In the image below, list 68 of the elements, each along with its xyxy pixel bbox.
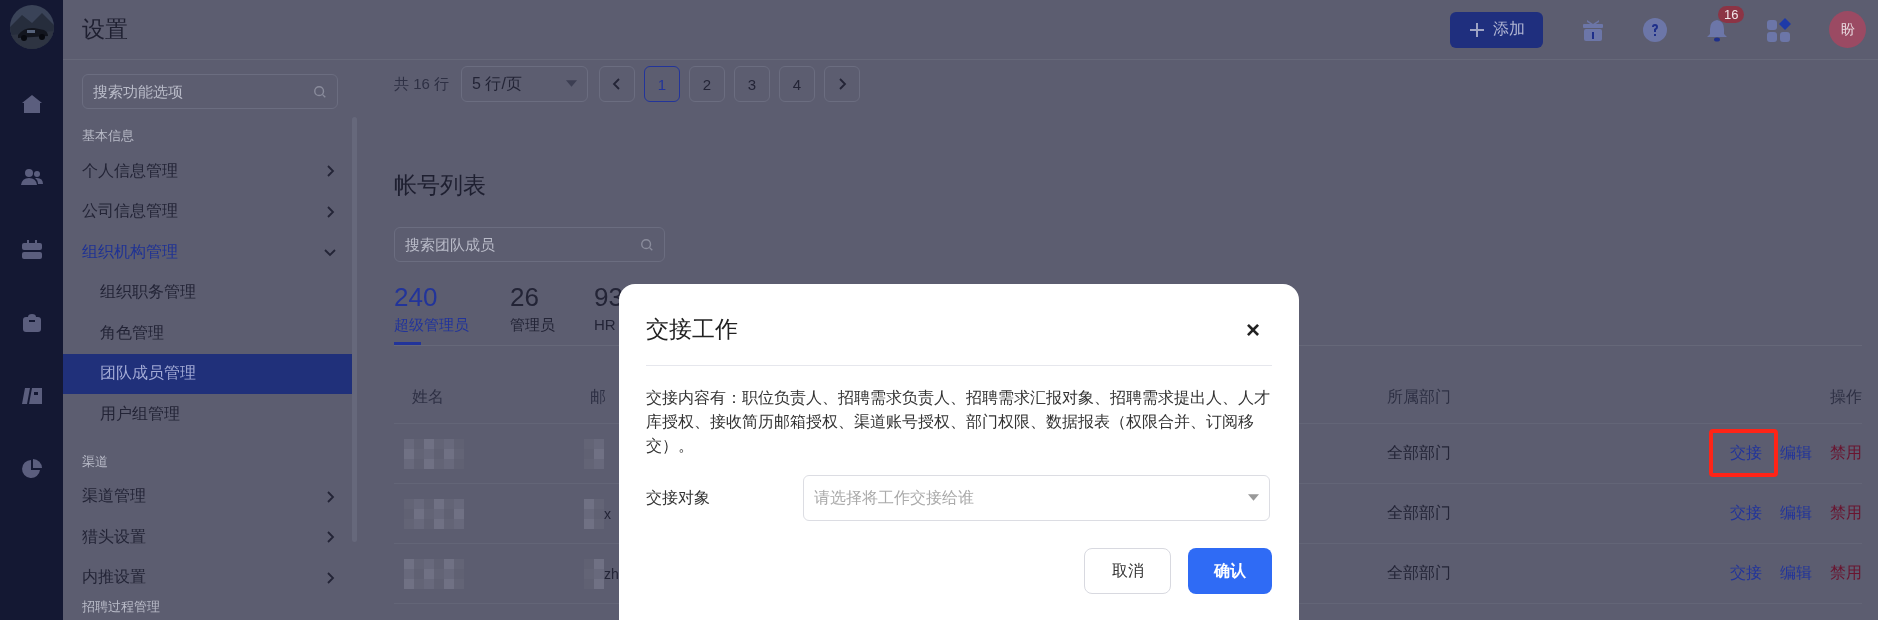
- add-button[interactable]: 添加: [1450, 11, 1543, 48]
- menu-item[interactable]: 内推设置: [63, 557, 352, 598]
- chevron-right-icon: [324, 571, 336, 584]
- caret-icon: [566, 80, 578, 88]
- next-page-button[interactable]: [824, 66, 861, 102]
- assignee-dropdown[interactable]: 请选择将工作交接给谁: [803, 475, 1270, 521]
- search-icon: [640, 237, 654, 252]
- action-link[interactable]: 禁用: [1830, 444, 1862, 461]
- menu-item[interactable]: 组织机构管理: [63, 232, 352, 273]
- page-title: 设置: [82, 15, 128, 44]
- menu-item[interactable]: 猎头设置: [63, 517, 352, 558]
- table-cell: 全部部门: [1387, 504, 1451, 521]
- bell-icon[interactable]: [1705, 17, 1729, 42]
- notification-badge: 16: [1718, 5, 1745, 23]
- group-label: 基本信息: [81, 127, 135, 145]
- plus-icon: [1468, 21, 1485, 38]
- chevron-right-icon: [324, 490, 336, 503]
- menu-item[interactable]: 公司信息管理: [63, 191, 352, 232]
- stat-tab[interactable]: 26 管理员: [510, 280, 594, 345]
- search-field[interactable]: 搜索功能选项: [82, 74, 338, 109]
- table-cell: x: [604, 505, 611, 522]
- page-button[interactable]: 3: [734, 66, 771, 102]
- table-cell: 全部部门: [1387, 444, 1451, 461]
- section-title: 帐号列表: [394, 171, 487, 200]
- chevron-right-icon: [324, 205, 336, 218]
- action-link[interactable]: 交接: [1730, 504, 1762, 521]
- chevron-down-icon: [324, 246, 336, 259]
- close-button[interactable]: ×: [1242, 315, 1264, 344]
- action-link[interactable]: 编辑: [1780, 444, 1812, 461]
- user-avatar[interactable]: 盼: [1829, 11, 1866, 48]
- chevron-right-icon: [836, 78, 849, 90]
- page-button[interactable]: 2: [689, 66, 726, 102]
- action-link[interactable]: 禁用: [1830, 504, 1862, 521]
- menu-item[interactable]: 渠道管理: [63, 476, 352, 517]
- action-link[interactable]: 编辑: [1780, 564, 1812, 581]
- table-cell: zh: [604, 565, 619, 582]
- menu-item[interactable]: 个人信息管理: [63, 151, 352, 192]
- action-link[interactable]: 编辑: [1780, 504, 1812, 521]
- menu-item[interactable]: 组织职务管理: [63, 272, 352, 313]
- menu-item[interactable]: 用户组管理: [63, 394, 352, 435]
- group-label: 招聘过程管理: [81, 598, 161, 616]
- menu-item[interactable]: 角色管理: [63, 313, 352, 354]
- search-icon: [313, 84, 327, 99]
- confirm-button[interactable]: 确认: [1188, 548, 1272, 594]
- page-button[interactable]: 1: [644, 66, 681, 102]
- action-link[interactable]: 禁用: [1830, 564, 1862, 581]
- dialog-title: 交接工作: [646, 315, 738, 344]
- scrollbar[interactable]: [352, 117, 357, 542]
- calendar-icon[interactable]: [19, 238, 44, 262]
- action-link[interactable]: 交接: [1730, 444, 1762, 461]
- page-button[interactable]: 4: [779, 66, 816, 102]
- table-cell: 全部部门: [1387, 564, 1451, 581]
- cancel-button[interactable]: 取消: [1084, 548, 1171, 594]
- dialog-description: 交接内容有：职位负责人、招聘需求负责人、招聘需求汇报对象、招聘需求提出人、人才库授权、接收简历邮箱授权、渠道账号授权、部门权限、数据报表（权限合并、订阅移交）。: [646, 388, 1271, 456]
- search-field[interactable]: 搜索团队成员: [394, 227, 665, 262]
- apps-icon[interactable]: [1767, 17, 1791, 42]
- previous-page-button[interactable]: [599, 66, 636, 102]
- page-size-dropdown[interactable]: 5 行/页: [461, 66, 589, 102]
- gift-icon[interactable]: [1581, 17, 1605, 42]
- chevron-right-icon: [324, 531, 336, 544]
- pie-chart-icon[interactable]: [19, 457, 44, 481]
- chevron-right-icon: [324, 165, 336, 178]
- caret-icon: [1248, 494, 1259, 502]
- group-label: 渠道: [81, 452, 109, 471]
- menu-item[interactable]: 团队成员管理: [63, 353, 352, 394]
- field-label: 交接对象: [646, 487, 711, 508]
- action-link[interactable]: 交接: [1730, 564, 1762, 581]
- help-icon[interactable]: [1643, 17, 1667, 42]
